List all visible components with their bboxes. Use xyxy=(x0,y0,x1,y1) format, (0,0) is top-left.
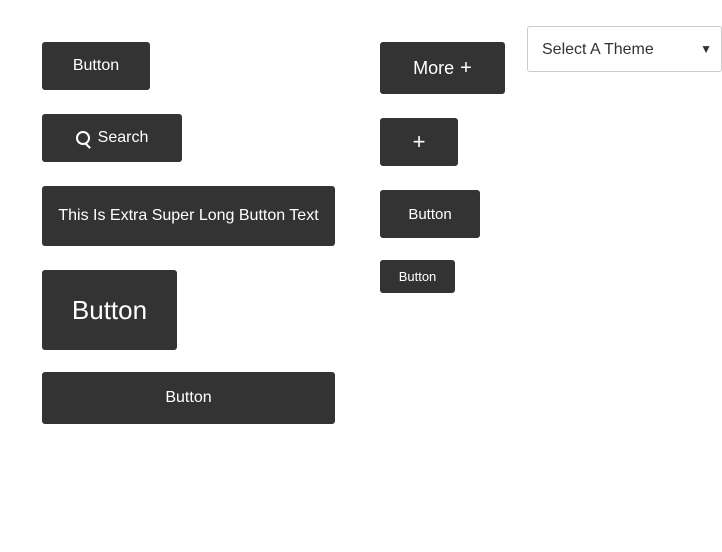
more-button-label: More xyxy=(413,58,454,79)
wide-button[interactable]: Button xyxy=(42,372,335,424)
theme-select[interactable]: Select A ThemeLightDarkCustom xyxy=(527,26,722,72)
theme-selector-container: Select A ThemeLightDarkCustom xyxy=(527,26,722,72)
plus-only-button[interactable]: + xyxy=(380,118,458,166)
button-small[interactable]: Button xyxy=(42,42,150,90)
plus-icon: + xyxy=(460,57,472,80)
big-button[interactable]: Button xyxy=(42,270,177,350)
right-medium-button[interactable]: Button xyxy=(380,190,480,238)
long-text-button[interactable]: This Is Extra Super Long Button Text xyxy=(42,186,335,246)
search-icon xyxy=(76,131,90,145)
right-column: More + + Button Button xyxy=(360,20,560,424)
search-button-label: Search xyxy=(98,129,149,147)
search-button[interactable]: Search xyxy=(42,114,182,162)
more-button[interactable]: More + xyxy=(380,42,505,94)
theme-select-wrapper: Select A ThemeLightDarkCustom xyxy=(527,26,722,72)
left-column: Button Search This Is Extra Super Long B… xyxy=(0,20,360,424)
right-small-button[interactable]: Button xyxy=(380,260,455,293)
